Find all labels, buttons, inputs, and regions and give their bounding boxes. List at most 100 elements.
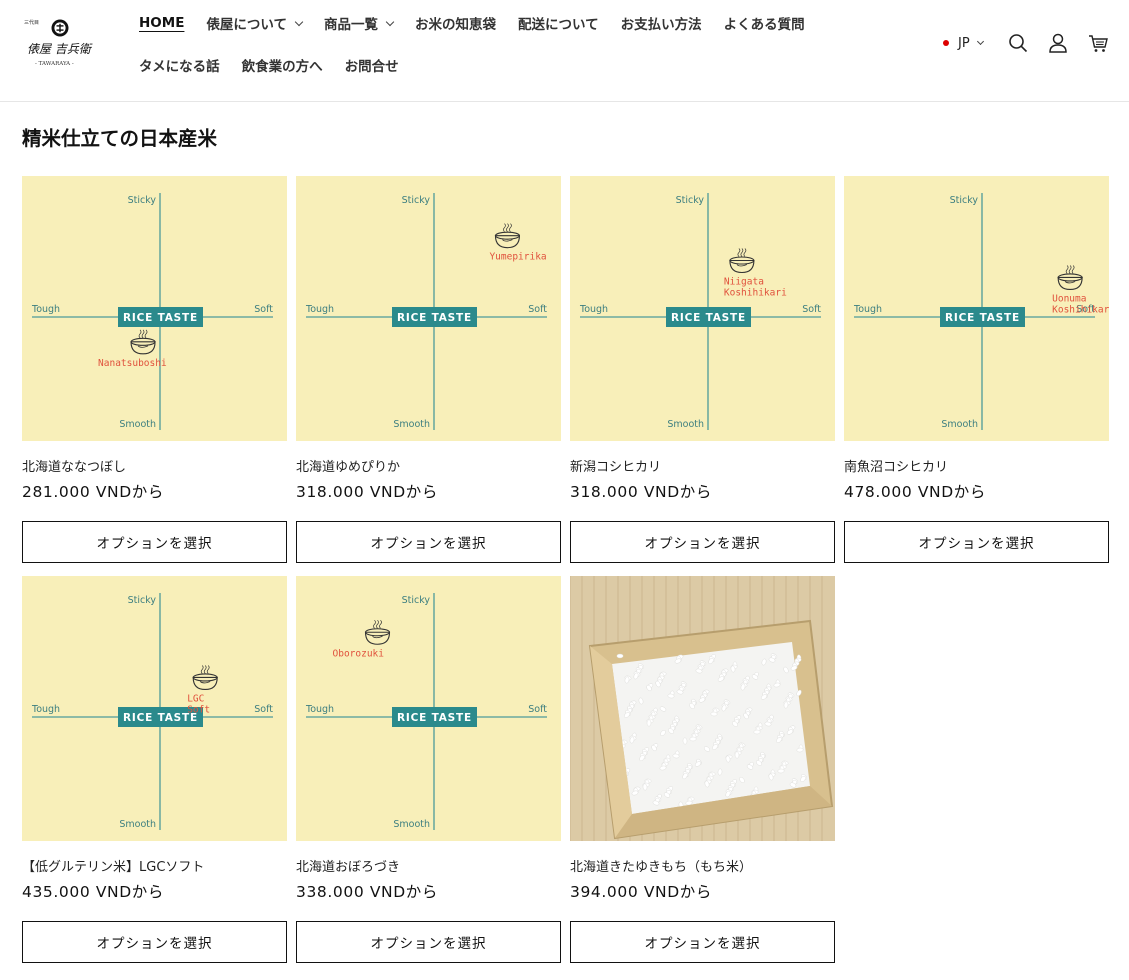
axis-label-top: Sticky [402, 595, 431, 606]
search-icon[interactable] [1007, 32, 1029, 54]
account-icon[interactable] [1047, 32, 1069, 54]
product-title[interactable]: 南魚沼コシヒカリ [844, 456, 1109, 475]
axis-label-left: Tough [579, 304, 608, 315]
product-title[interactable]: 北海道ななつぼし [22, 456, 287, 475]
axis-label-left: Tough [305, 704, 334, 715]
rice-taste-chart[interactable]: Sticky Smooth Tough Soft RICE TASTE Nanatsubo… [22, 176, 287, 441]
rice-taste-badge-label: RICE TASTE [945, 312, 1020, 324]
nav-contact[interactable]: お問合せ [345, 56, 399, 75]
language-selector[interactable]: JP [943, 32, 984, 54]
rice-taste-badge-label: RICE TASTE [397, 312, 472, 324]
product-card[interactable]: Sticky Smooth Tough Soft RICE TASTE Nanatsubo… [22, 176, 287, 563]
product-title[interactable]: 北海道きたゆきもち（もち米） [570, 856, 835, 875]
variety-label: Koshihikari [1052, 304, 1109, 315]
axis-label-left: Tough [305, 304, 334, 315]
axis-label-bottom: Smooth [393, 819, 430, 830]
nav-stories[interactable]: タメになる話 [139, 56, 220, 75]
rice-bowl-icon [130, 329, 156, 355]
axis-label-top: Sticky [402, 195, 431, 206]
axis-label-right: Soft [254, 704, 273, 715]
product-card[interactable]: Sticky Smooth Tough Soft RICE TASTE Yumepirik… [296, 176, 561, 563]
product-price: 281.000 VNDから [22, 483, 164, 501]
product-card[interactable]: Sticky Smooth Tough Soft RICE TASTE Niigata Ko… [570, 176, 835, 563]
product-price: 435.000 VNDから [22, 883, 164, 901]
section-title: 精米仕立ての日本産米 [22, 127, 218, 150]
rice-taste-badge-label: RICE TASTE [671, 312, 746, 324]
axis-label-bottom: Smooth [119, 419, 156, 430]
nav-rice-knowledge[interactable]: お米の知恵袋 [415, 14, 496, 33]
masu-box-image [588, 619, 834, 840]
nav-payment[interactable]: お支払い方法 [621, 14, 702, 33]
product-card[interactable]: Sticky Smooth Tough Soft RICE TASTE Oborozuki… [296, 576, 561, 963]
choose-options-button[interactable]: オプションを選択 [22, 521, 287, 563]
choose-options-button[interactable]: オプションを選択 [296, 521, 561, 563]
rice-taste-badge-label: RICE TASTE [123, 312, 198, 324]
chevron-down-icon [294, 17, 304, 26]
axis-label-left: Tough [31, 304, 60, 315]
rice-taste-chart[interactable]: Sticky Smooth Tough Soft RICE TASTE LGC Soft [22, 576, 287, 841]
product-title[interactable]: 北海道ゆめぴりか [296, 456, 561, 475]
japan-flag-icon [943, 40, 949, 46]
choose-options-button[interactable]: オプションを選択 [570, 921, 835, 963]
brand-name-text: 俵屋 吉兵衛 [27, 42, 93, 56]
site-header: 三代目 俵屋 吉兵衛 - TAWARAYA - HOME 俵屋について 商品一覧… [0, 0, 1129, 102]
rice-taste-chart[interactable]: Sticky Smooth Tough Soft RICE TASTE Uonuma Kos… [844, 176, 1109, 441]
chevron-down-icon [976, 37, 984, 46]
product-card[interactable]: Sticky Smooth Tough Soft RICE TASTE LGC Soft 【低… [22, 576, 287, 963]
product-price: 478.000 VNDから [844, 483, 986, 501]
rice-bowl-icon [1057, 265, 1083, 291]
variety-label: LGC [187, 693, 204, 704]
product-photo[interactable] [570, 576, 835, 841]
axis-label-right: Soft [802, 304, 821, 315]
choose-options-button[interactable]: オプションを選択 [844, 521, 1109, 563]
brand-logo[interactable]: 三代目 俵屋 吉兵衛 - TAWARAYA - [22, 18, 102, 70]
nav-about[interactable]: 俵屋について [206, 14, 304, 33]
nav-shipping[interactable]: 配送について [518, 14, 599, 33]
svg-text:- TAWARAYA -: - TAWARAYA - [35, 61, 74, 67]
svg-text:三代目: 三代目 [24, 19, 39, 26]
axis-label-top: Sticky [676, 195, 705, 206]
axis-label-top: Sticky [950, 195, 979, 206]
product-title[interactable]: 北海道おぼろづき [296, 856, 561, 875]
axis-label-top: Sticky [128, 195, 157, 206]
rice-taste-chart[interactable]: Sticky Smooth Tough Soft RICE TASTE Oborozuki [296, 576, 561, 841]
axis-label-left: Tough [31, 704, 60, 715]
product-price: 318.000 VNDから [570, 483, 712, 501]
axis-label-right: Soft [528, 304, 547, 315]
axis-label-right: Soft [528, 704, 547, 715]
rice-taste-badge-label: RICE TASTE [397, 712, 472, 724]
product-title[interactable]: 新潟コシヒカリ [570, 456, 835, 475]
variety-label: Uonuma [1052, 293, 1086, 304]
rice-bowl-icon [192, 665, 218, 691]
rice-taste-chart[interactable]: Sticky Smooth Tough Soft RICE TASTE Yumepirik… [296, 176, 561, 441]
product-price: 318.000 VNDから [296, 483, 438, 501]
variety-label: Oborozuki [333, 648, 385, 659]
rice-bowl-icon [364, 620, 391, 645]
product-card[interactable]: Sticky Smooth Tough Soft RICE TASTE Uonuma Kos… [844, 176, 1109, 563]
axis-label-bottom: Smooth [119, 819, 156, 830]
axis-label-bottom: Smooth [941, 419, 978, 430]
product-card[interactable]: 北海道きたゆきもち（もち米） 394.000 VNDから オプションを選択 [570, 576, 835, 963]
nav-restaurants[interactable]: 飲食業の方へ [242, 56, 323, 75]
nav-faq[interactable]: よくある質問 [724, 14, 805, 33]
choose-options-button[interactable]: オプションを選択 [22, 921, 287, 963]
axis-label-left: Tough [853, 304, 882, 315]
variety-label: Yumepirika [489, 252, 546, 263]
axis-label-top: Sticky [128, 595, 157, 606]
variety-label: Nanatsuboshi [98, 358, 167, 369]
choose-options-button[interactable]: オプションを選択 [296, 921, 561, 963]
main-nav-row-1: HOME 俵屋について 商品一覧 お米の知恵袋 配送について お支払い方法 よく… [139, 14, 827, 33]
language-label: JP [958, 35, 970, 51]
axis-label-bottom: Smooth [667, 419, 704, 430]
variety-label: Niigata [724, 277, 764, 288]
nav-home[interactable]: HOME [139, 14, 184, 32]
product-price: 338.000 VNDから [296, 883, 438, 901]
cart-icon[interactable] [1087, 32, 1109, 54]
product-title[interactable]: 【低グルテリン米】LGCソフト [22, 856, 287, 875]
nav-products[interactable]: 商品一覧 [324, 14, 395, 33]
rice-bowl-icon [494, 223, 521, 249]
chevron-down-icon [385, 17, 395, 26]
rice-taste-chart[interactable]: Sticky Smooth Tough Soft RICE TASTE Niigata Ko… [570, 176, 835, 441]
axis-label-right: Soft [254, 304, 273, 315]
choose-options-button[interactable]: オプションを選択 [570, 521, 835, 563]
